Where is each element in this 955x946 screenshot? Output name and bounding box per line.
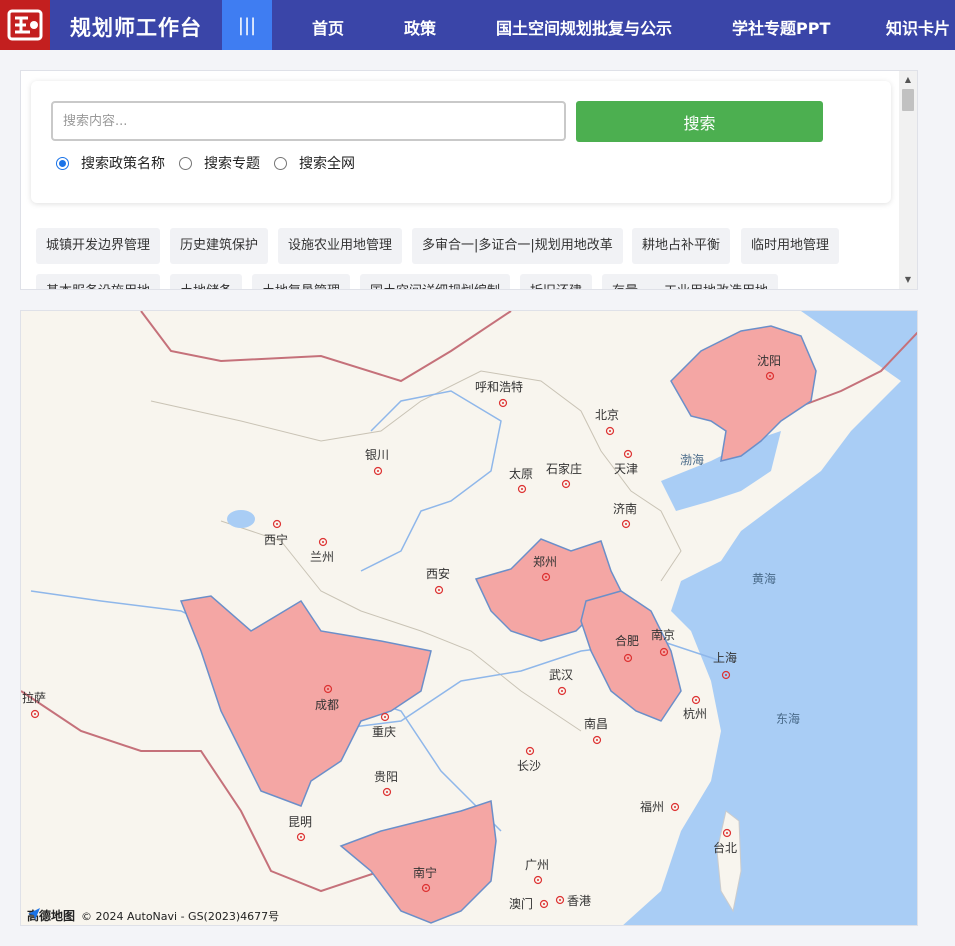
scroll-up-arrow-icon[interactable]: ▲: [899, 73, 917, 87]
tag-item[interactable]: 耕地占补平衡: [632, 228, 731, 264]
city-label: 成都: [315, 698, 339, 712]
scroll-thumb[interactable]: [902, 89, 914, 111]
radio-checked-icon[interactable]: [56, 156, 69, 170]
city-label: 重庆: [372, 725, 396, 739]
nav-knowledge-cards[interactable]: 知识卡片: [886, 15, 950, 39]
search-card: 搜索 搜索政策名称 搜索专题 搜索全网: [31, 81, 891, 203]
city-label: 长沙: [517, 759, 541, 773]
logo-icon: [7, 9, 43, 41]
city-label: 沈阳: [757, 353, 781, 368]
radio-unchecked-icon[interactable]: [179, 156, 192, 170]
lake: [227, 510, 255, 528]
national-border: [21, 690, 422, 912]
river: [360, 390, 502, 572]
sea-label: 东海: [776, 711, 800, 726]
panel-scrollbar[interactable]: ▲ ▼: [899, 71, 917, 289]
city-label: 昆明: [288, 815, 312, 829]
tag-item[interactable]: 临时用地管理: [741, 228, 840, 264]
guangxi-highlight[interactable]: [339, 799, 497, 924]
city-label: 合肥: [615, 633, 639, 648]
city-label: 南宁: [413, 865, 437, 880]
city-label: 武汉: [549, 668, 573, 682]
city-label: 太原: [509, 466, 533, 481]
tag-item[interactable]: 国土空间详细规划编制: [360, 274, 511, 289]
city-label: 天津: [614, 462, 638, 476]
city-label: 石家庄: [546, 461, 582, 476]
nav-ppt[interactable]: 学社专题PPT: [732, 15, 830, 39]
city-label: 呼和浩特: [475, 379, 523, 394]
national-border: [140, 311, 512, 383]
radio-label: 搜索全网: [299, 156, 355, 172]
city-label: 郑州: [533, 554, 557, 569]
site-logo[interactable]: [0, 0, 50, 50]
city-label: 广州: [525, 858, 549, 872]
menu-toggle-button[interactable]: |||: [222, 0, 272, 50]
china-map[interactable]: 呼和浩特 北京 天津 石家庄 太原 银川 西宁 兰州 济南 郑州 西安 沈阳 合…: [20, 310, 918, 926]
radio-policy-name[interactable]: 搜索政策名称: [56, 153, 165, 173]
tag-item[interactable]: 城镇开发边界管理: [36, 228, 161, 264]
search-scope-options: 搜索政策名称 搜索专题 搜索全网: [56, 153, 361, 173]
brand-title: 规划师工作台: [70, 16, 202, 40]
nav-policy[interactable]: 政策: [404, 15, 436, 39]
navigation-arrow-icon: [28, 908, 40, 920]
tag-item[interactable]: 设施农业用地管理: [278, 228, 403, 264]
radio-label: 搜索政策名称: [81, 156, 165, 172]
city-label: 兰州: [310, 550, 334, 564]
copyright-text: © 2024 AutoNavi - GS(2023)4677号: [81, 909, 280, 923]
tag-item[interactable]: 基本服务设施用地: [36, 274, 161, 289]
tag-item[interactable]: 多审合一|多证合一|规划用地改革: [412, 228, 623, 264]
city-label: 台北: [713, 840, 737, 855]
tag-item[interactable]: 土地储备: [170, 274, 243, 289]
city-label: 拉萨: [22, 690, 46, 705]
sea-label: 渤海: [680, 452, 704, 467]
radio-unchecked-icon[interactable]: [274, 156, 287, 170]
search-panel: 搜索 搜索政策名称 搜索专题 搜索全网 城镇开发边界管理 历史建筑保护 设施农业…: [20, 70, 918, 290]
radio-web[interactable]: 搜索全网: [274, 153, 355, 173]
city-label: 南昌: [584, 716, 608, 731]
tag-item[interactable]: 历史建筑保护: [170, 228, 269, 264]
city-label: 西安: [426, 566, 450, 581]
radio-label: 搜索专题: [204, 156, 260, 172]
tag-item[interactable]: 拆旧还建: [520, 274, 593, 289]
city-label: 南京: [651, 627, 675, 642]
tag-item[interactable]: 土地复垦管理: [252, 274, 351, 289]
scroll-down-arrow-icon[interactable]: ▼: [899, 273, 917, 287]
city-label: 西宁: [264, 532, 288, 547]
city-label: 杭州: [683, 706, 707, 721]
city-label: 贵阳: [374, 770, 398, 784]
liaoning-highlight[interactable]: [670, 325, 817, 463]
map-attribution: 高德地图 © 2024 AutoNavi - GS(2023)4677号: [27, 907, 279, 924]
map-canvas[interactable]: 呼和浩特 北京 天津 石家庄 太原 银川 西宁 兰州 济南 郑州 西安 沈阳 合…: [21, 311, 918, 926]
city-label: 福州: [640, 799, 664, 814]
radio-topic[interactable]: 搜索专题: [179, 153, 260, 173]
top-navigation-bar: 规划师工作台 ||| 首页 政策 国土空间规划批复与公示 学社专题PPT 知识卡…: [0, 0, 955, 50]
city-label: 香港: [567, 894, 591, 908]
city-label: 北京: [595, 408, 619, 422]
nav-planning-approval[interactable]: 国土空间规划批复与公示: [496, 15, 672, 39]
search-button[interactable]: 搜索: [576, 101, 823, 142]
bohai-sea: [661, 431, 781, 511]
search-input[interactable]: [51, 101, 566, 141]
tag-item[interactable]: 存量——工业用地改造用地: [602, 274, 779, 289]
city-label: 济南: [613, 501, 637, 516]
sea-label: 黄海: [752, 571, 776, 586]
city-label: 银川: [365, 448, 389, 462]
city-label: 上海: [713, 650, 737, 665]
city-label: 澳门: [509, 896, 533, 911]
nav-home[interactable]: 首页: [312, 15, 344, 39]
